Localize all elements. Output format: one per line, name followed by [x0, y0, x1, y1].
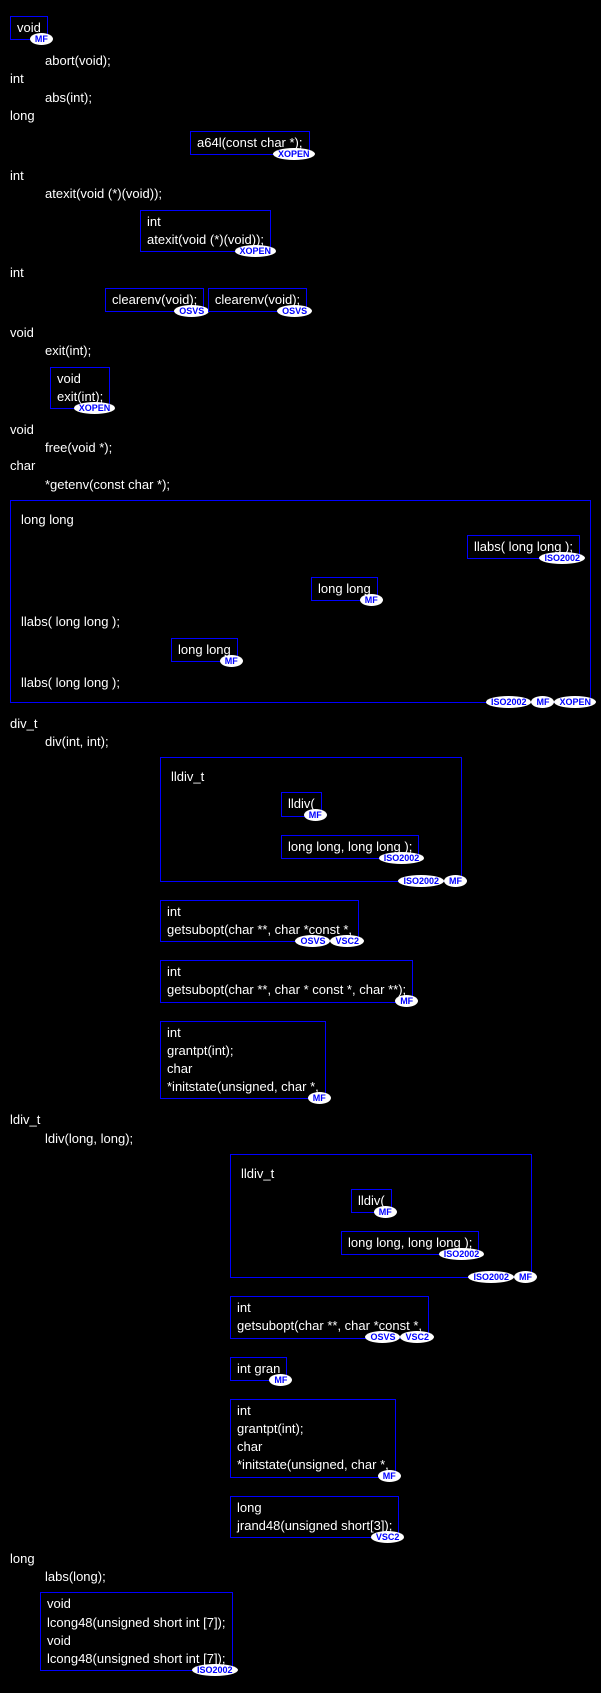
code-line: int	[10, 70, 591, 88]
code-line: atexit(void (*)(void));	[10, 185, 591, 203]
code-line: free(void *);	[10, 439, 591, 457]
dialect-box: a64l(const char *);XOPEN	[190, 131, 310, 155]
code-line: long longllabs( long long );ISO2002long …	[10, 500, 591, 703]
code-line: long	[10, 107, 591, 125]
code-line: *getenv(const char *);	[10, 476, 591, 494]
dialect-box: void lcong48(unsigned short int [7]); vo…	[40, 1592, 233, 1671]
code-line: int getsubopt(char **, char * const *, c…	[10, 954, 591, 1014]
code-line: int getsubopt(char **, char *const *,OSV…	[10, 894, 591, 954]
badge-iso2002: ISO2002	[192, 1664, 238, 1676]
code-line: int getsubopt(char **, char *const *,OSV…	[10, 1290, 591, 1350]
badge-vsc2: VSC2	[371, 1531, 405, 1543]
badge-vsc2: VSC2	[330, 935, 364, 947]
dialect-box: int grantpt(int); char *initstate(unsign…	[160, 1021, 326, 1100]
badge-mf: MF	[269, 1374, 292, 1386]
code-line: abort(void);	[10, 52, 591, 70]
code-line: int grantpt(int); char *initstate(unsign…	[10, 1015, 591, 1112]
code-line: voidMF	[10, 10, 591, 52]
badge-osvs: OSVS	[277, 305, 312, 317]
badge-iso2002: ISO2002	[539, 552, 585, 564]
code-line: void exit(int);XOPEN	[10, 361, 591, 421]
dialect-box: long longMF	[171, 638, 238, 662]
badge-iso2002: ISO2002	[379, 852, 425, 864]
dialect-box: int getsubopt(char **, char * const *, c…	[160, 960, 413, 1002]
badge-mf: MF	[374, 1206, 397, 1218]
badge-osvs: OSVS	[365, 1331, 400, 1343]
code-line: int	[10, 167, 591, 185]
code-line: abs(int);	[10, 89, 591, 107]
dialect-box: lldiv(MF	[351, 1189, 392, 1213]
badge-vsc2: VSC2	[400, 1331, 434, 1343]
code-line: labs(long);	[10, 1568, 591, 1586]
badge-osvs: OSVS	[295, 935, 330, 947]
code-line: void lcong48(unsigned short int [7]); vo…	[10, 1586, 591, 1683]
badge-mf: MF	[444, 875, 467, 887]
code-line: lldiv_tlldiv(MFlong long, long long );IS…	[10, 1148, 591, 1291]
dialect-box: int getsubopt(char **, char *const *,OSV…	[230, 1296, 429, 1338]
code-line: div(int, int);	[10, 733, 591, 751]
code-line: void	[10, 324, 591, 342]
badge-iso2002: ISO2002	[439, 1248, 485, 1260]
badge-mf: MF	[395, 995, 418, 1007]
code-line: int atexit(void (*)(void));XOPEN	[10, 204, 591, 264]
badge-iso2002: ISO2002	[486, 696, 532, 708]
dialect-box: lldiv(MF	[281, 792, 322, 816]
code-line: clearenv(void);OSVS clearenv(void);OSVS	[10, 282, 591, 324]
badge-osvs: OSVS	[174, 305, 209, 317]
dialect-box: void exit(int);XOPEN	[50, 367, 110, 409]
dialect-box: int atexit(void (*)(void));XOPEN	[140, 210, 271, 252]
badge-mf: MF	[378, 1470, 401, 1482]
code-line: div_t	[10, 715, 591, 733]
dialect-box: long long, long long );ISO2002	[341, 1231, 479, 1255]
badge-mf: MF	[308, 1092, 331, 1104]
code-line: exit(int);	[10, 342, 591, 360]
dialect-box: voidMF	[10, 16, 48, 40]
dialect-box: int grantpt(int); char *initstate(unsign…	[230, 1399, 396, 1478]
badge-iso2002: ISO2002	[398, 875, 444, 887]
code-line: a64l(const char *);XOPEN	[10, 125, 591, 167]
badge-mf: MF	[30, 33, 53, 45]
badge-xopen: XOPEN	[235, 245, 277, 257]
code-line: int	[10, 264, 591, 282]
code-line: int granMF	[10, 1351, 591, 1393]
badge-mf: MF	[514, 1271, 537, 1283]
code-line: long jrand48(unsigned short[3]);VSC2	[10, 1490, 591, 1550]
badge-xopen: XOPEN	[74, 402, 116, 414]
badge-mf: MF	[304, 809, 327, 821]
dialect-box: llabs( long long );ISO2002	[467, 535, 580, 559]
code-line: int grantpt(int); char *initstate(unsign…	[10, 1393, 591, 1490]
dialect-box: clearenv(void);OSVS	[208, 288, 307, 312]
dialect-big-box: lldiv_tlldiv(MFlong long, long long );IS…	[160, 757, 462, 882]
dialect-big-box: lldiv_tlldiv(MFlong long, long long );IS…	[230, 1154, 532, 1279]
dialect-big-box: long longllabs( long long );ISO2002long …	[10, 500, 591, 703]
badge-mf: MF	[220, 655, 243, 667]
code-line: char	[10, 457, 591, 475]
dialect-box: long longMF	[311, 577, 378, 601]
code-line: ldiv(long, long);	[10, 1130, 591, 1148]
dialect-box: int granMF	[230, 1357, 287, 1381]
code-line: lldiv_tlldiv(MFlong long, long long );IS…	[10, 751, 591, 894]
badge-xopen: XOPEN	[273, 148, 315, 160]
code-line: void	[10, 421, 591, 439]
badge-iso2002: ISO2002	[468, 1271, 514, 1283]
badge-xopen: XOPEN	[554, 696, 596, 708]
dialect-box: long jrand48(unsigned short[3]);VSC2	[230, 1496, 399, 1538]
badge-mf: MF	[360, 594, 383, 606]
dialect-box: int getsubopt(char **, char *const *,OSV…	[160, 900, 359, 942]
badge-mf: MF	[531, 696, 554, 708]
dialect-box: long long, long long );ISO2002	[281, 835, 419, 859]
dialect-box: clearenv(void);OSVS	[105, 288, 204, 312]
code-line: long	[10, 1550, 591, 1568]
code-line: ldiv_t	[10, 1111, 591, 1129]
